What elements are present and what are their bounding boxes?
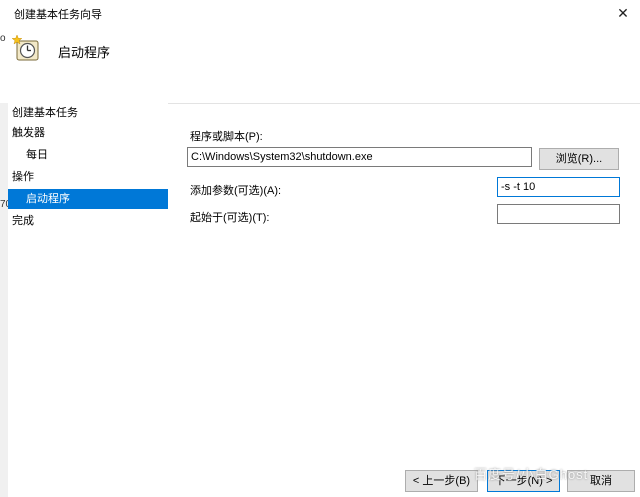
close-icon: ✕: [617, 4, 629, 21]
edge-fragment: o: [0, 33, 6, 44]
page-title: 启动程序: [58, 45, 111, 60]
nav-item-start-program[interactable]: 启动程序: [8, 189, 168, 209]
nav-item-daily[interactable]: 每日: [8, 145, 168, 165]
next-button[interactable]: 下一步(N) >: [487, 470, 560, 492]
cancel-button[interactable]: 取消: [567, 470, 635, 492]
nav-item-trigger[interactable]: 触发器: [8, 123, 168, 143]
back-button[interactable]: < 上一步(B): [405, 470, 478, 492]
wizard-window: 创建基本任务向导 ✕ 启动程序 o 70 创建基本任务 触发器 每日 操作 启动…: [0, 0, 640, 497]
wizard-step-nav: 创建基本任务 触发器 每日 操作 启动程序 完成: [8, 103, 168, 497]
start-in-label: 起始于(可选)(T):: [190, 212, 270, 224]
title-bar[interactable]: 创建基本任务向导 ✕: [0, 0, 640, 26]
args-label: 添加参数(可选)(A):: [190, 185, 282, 197]
nav-item-action[interactable]: 操作: [8, 167, 168, 187]
wizard-header: 启动程序: [0, 26, 640, 104]
browse-button[interactable]: 浏览(R)...: [539, 148, 619, 170]
close-button[interactable]: ✕: [606, 0, 640, 26]
window-title: 创建基本任务向导: [14, 9, 102, 21]
program-input[interactable]: [187, 147, 532, 167]
nav-item-finish[interactable]: 完成: [8, 211, 168, 231]
clock-star-icon: [12, 35, 39, 61]
start-in-input[interactable]: [497, 204, 620, 224]
args-input[interactable]: [497, 177, 620, 197]
program-label: 程序或脚本(P):: [190, 131, 263, 143]
nav-heading: 创建基本任务: [12, 107, 78, 119]
